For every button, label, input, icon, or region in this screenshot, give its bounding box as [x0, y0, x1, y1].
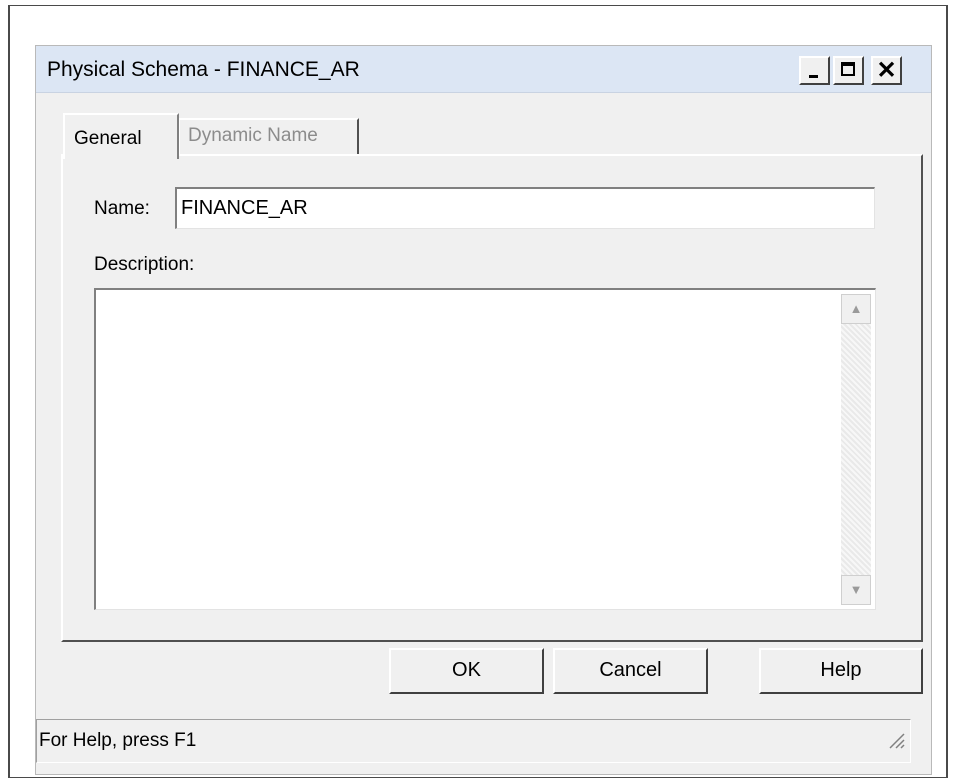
- name-input[interactable]: [175, 187, 875, 229]
- status-text: For Help, press F1: [39, 730, 197, 751]
- help-button[interactable]: Help: [759, 648, 923, 694]
- scroll-down-icon[interactable]: ▼: [841, 575, 871, 605]
- maximize-button[interactable]: [833, 56, 864, 85]
- description-textarea[interactable]: ▲ ▼: [94, 288, 876, 610]
- resize-grip-icon[interactable]: [884, 728, 906, 750]
- scroll-up-icon[interactable]: ▲: [841, 294, 871, 324]
- cancel-button[interactable]: Cancel: [553, 648, 708, 694]
- physical-schema-dialog: Physical Schema - FINANCE_AR ✕ General D…: [35, 45, 932, 775]
- tab-dynamic-name-label: Dynamic Name: [188, 125, 318, 146]
- close-button[interactable]: ✕: [871, 56, 902, 85]
- tab-general-label: General: [74, 128, 142, 149]
- name-label: Name:: [94, 198, 150, 219]
- minimize-icon: [809, 75, 818, 78]
- maximize-icon: [841, 62, 855, 76]
- description-label: Description:: [94, 254, 195, 275]
- status-bar: For Help, press F1: [36, 719, 911, 763]
- description-scrollbar[interactable]: ▲ ▼: [841, 294, 871, 605]
- tab-dynamic-name[interactable]: Dynamic Name: [179, 118, 359, 156]
- ok-button[interactable]: OK: [389, 648, 544, 694]
- minimize-button[interactable]: [799, 56, 830, 85]
- title-bar[interactable]: Physical Schema - FINANCE_AR ✕: [36, 46, 931, 93]
- window-title: Physical Schema - FINANCE_AR: [47, 58, 360, 81]
- close-icon: ✕: [876, 57, 897, 84]
- tab-general[interactable]: General: [63, 113, 179, 159]
